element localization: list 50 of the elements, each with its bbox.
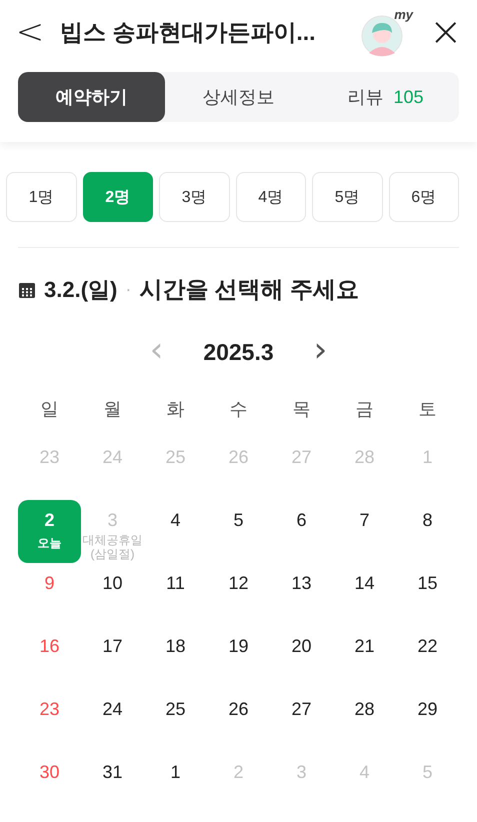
weekday-label: 일 <box>40 398 60 421</box>
separator-dot: · <box>125 279 132 300</box>
calendar-day[interactable]: 28 <box>333 689 396 752</box>
calendar-day[interactable]: 11 <box>144 563 207 626</box>
tab[interactable]: 상세정보 <box>165 72 312 122</box>
next-month-button[interactable]: › <box>310 333 332 371</box>
calendar-day[interactable]: 10 <box>81 563 144 626</box>
tab[interactable]: 리뷰 105 <box>312 72 459 122</box>
calendar-day[interactable]: 20 <box>270 626 333 689</box>
calendar-day[interactable]: 25 <box>144 689 207 752</box>
calendar-day[interactable]: 5 <box>207 500 270 563</box>
calendar-day[interactable]: 13 <box>270 563 333 626</box>
calendar-day[interactable]: 15 <box>396 563 459 626</box>
weekday-label: 금 <box>354 398 374 421</box>
calendar-day[interactable]: 19 <box>207 626 270 689</box>
calendar-day[interactable]: 4 <box>144 500 207 563</box>
calendar-day[interactable]: 17 <box>81 626 144 689</box>
calendar-day[interactable]: 31 <box>81 752 144 815</box>
calendar-icon <box>18 280 36 298</box>
calendar-day[interactable]: 24 <box>81 689 144 752</box>
calendar-day[interactable]: 22 <box>396 626 459 689</box>
party-size-button[interactable]: 4명 <box>236 172 306 222</box>
calendar-day[interactable]: 6 <box>270 500 333 563</box>
weekday-label: 토 <box>418 398 438 421</box>
calendar-day[interactable]: 7 <box>333 500 396 563</box>
calendar-day[interactable]: 12 <box>207 563 270 626</box>
back-button[interactable]: < <box>14 15 46 49</box>
party-size-button[interactable]: 5명 <box>312 172 382 222</box>
weekday-label: 화 <box>166 398 186 421</box>
calendar-day[interactable]: 27 <box>270 689 333 752</box>
weekday-label: 목 <box>292 398 312 421</box>
tab[interactable]: 예약하기 <box>18 72 165 122</box>
calendar-day[interactable]: 21 <box>333 626 396 689</box>
close-button[interactable]: × <box>429 12 461 52</box>
weekday-label: 월 <box>102 398 122 421</box>
selected-date: 3.2.(일) <box>44 276 118 304</box>
my-label: my <box>394 7 413 22</box>
calendar-day[interactable]: 1 <box>144 752 207 815</box>
calendar-day[interactable]: 26 <box>207 689 270 752</box>
calendar-day[interactable]: 18 <box>144 626 207 689</box>
weekday-label: 수 <box>228 398 248 421</box>
party-size-button[interactable]: 1명 <box>6 172 76 222</box>
party-size-button[interactable]: 6명 <box>388 172 459 222</box>
calendar-day[interactable]: 29 <box>396 689 459 752</box>
calendar-day[interactable]: 8 <box>396 500 459 563</box>
month-label: 2025.3 <box>203 338 274 366</box>
restaurant-title: 빕스 송파현대가든파이... <box>60 18 317 46</box>
party-size-button[interactable]: 3명 <box>159 172 230 222</box>
section-title: 시간을 선택해 주세요 <box>139 275 360 304</box>
calendar-day[interactable]: 14 <box>333 563 396 626</box>
